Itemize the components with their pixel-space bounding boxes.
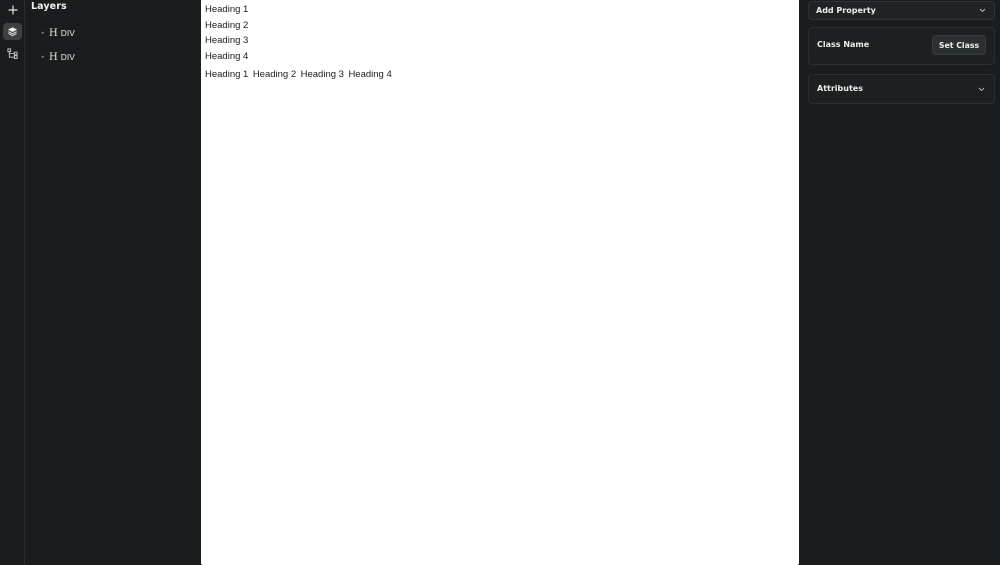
inline-heading[interactable]: Heading 3	[301, 69, 344, 80]
layers-tab-button[interactable]	[3, 23, 22, 40]
layer-item[interactable]: ▸ H DIV	[39, 26, 75, 40]
canvas-heading[interactable]: Heading 1	[205, 4, 248, 15]
tree-tab-button[interactable]	[3, 45, 22, 62]
layers-panel: Layers ▸ H DIV ▸ H DIV	[25, 0, 201, 565]
canvas-heading[interactable]: Heading 2	[205, 20, 248, 31]
add-element-button[interactable]	[3, 1, 22, 18]
layers-title: Layers	[31, 1, 67, 12]
attributes-label: Attributes	[817, 84, 863, 93]
layers-icon	[7, 27, 18, 37]
caret-right-icon[interactable]: ▸	[39, 50, 47, 64]
class-name-label: Class Name	[817, 40, 870, 49]
class-name-section: Class Name Set Class	[808, 27, 995, 65]
design-canvas[interactable]: Heading 1 Heading 2 Heading 3 Heading 4 …	[201, 0, 799, 565]
heading-icon: H	[49, 27, 58, 39]
chevron-down-icon	[979, 8, 986, 13]
caret-right-icon[interactable]: ▸	[39, 26, 47, 40]
tree-icon	[7, 48, 18, 59]
set-class-button[interactable]: Set Class	[932, 35, 986, 55]
layer-label: DIV	[60, 52, 75, 62]
layer-label: DIV	[60, 28, 75, 38]
inline-heading[interactable]: Heading 4	[348, 69, 391, 80]
plus-icon	[7, 4, 18, 15]
canvas-heading[interactable]: Heading 3	[205, 35, 248, 46]
heading-icon: H	[49, 51, 58, 63]
attributes-section[interactable]: Attributes	[808, 74, 995, 104]
inline-heading-row: Heading 1 Heading 2 Heading 3 Heading 4	[205, 69, 392, 80]
properties-panel: Add Property Class Name Set Class Attrib…	[799, 0, 1000, 565]
add-property-dropdown[interactable]: Add Property	[808, 1, 995, 20]
editor-app: Layers ▸ H DIV ▸ H DIV Heading 1 Heading…	[0, 0, 1000, 565]
chevron-down-icon[interactable]	[978, 87, 985, 92]
icon-rail	[0, 0, 25, 565]
canvas-heading[interactable]: Heading 4	[205, 51, 248, 62]
inline-heading[interactable]: Heading 1	[205, 69, 248, 80]
layer-item[interactable]: ▸ H DIV	[39, 50, 75, 64]
inline-heading[interactable]: Heading 2	[253, 69, 296, 80]
add-property-label: Add Property	[816, 6, 876, 15]
